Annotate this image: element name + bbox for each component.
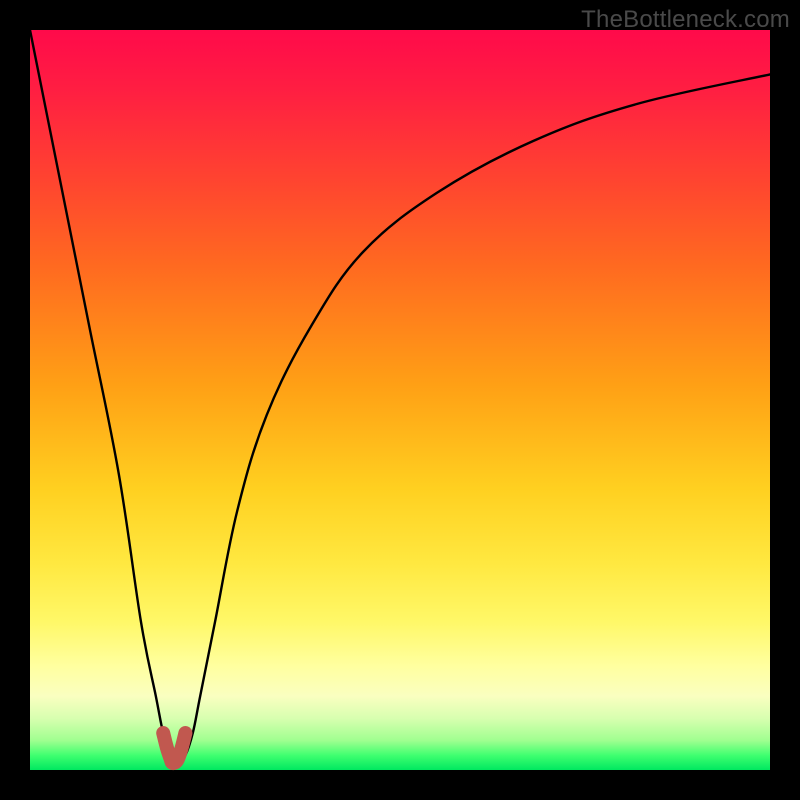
watermark-text: TheBottleneck.com xyxy=(581,6,790,34)
bottleneck-curve xyxy=(30,30,770,763)
optimal-range-marker xyxy=(163,733,185,763)
curve-layer xyxy=(30,30,770,770)
outer-frame: TheBottleneck.com xyxy=(0,0,800,800)
